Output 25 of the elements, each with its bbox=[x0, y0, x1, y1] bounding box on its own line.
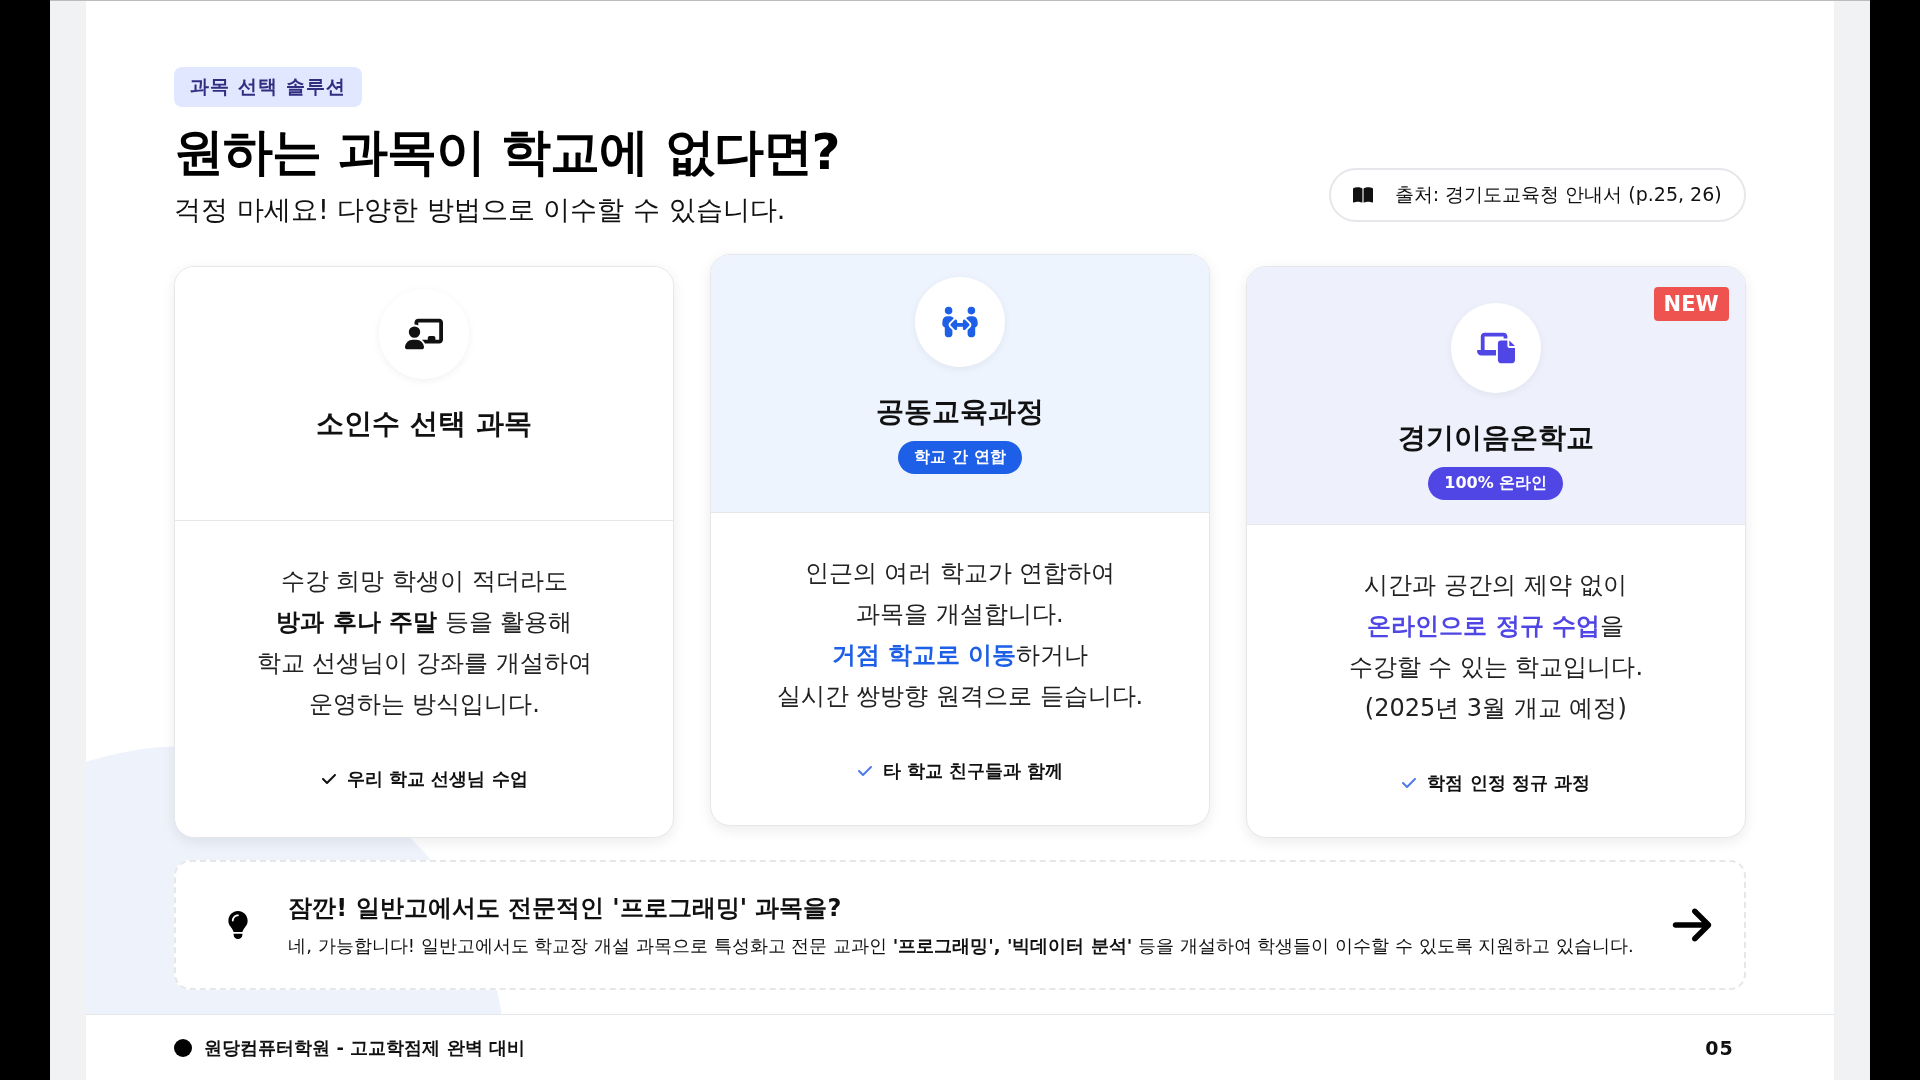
check-text: 타 학교 친구들과 함께 bbox=[882, 759, 1064, 783]
check-icon bbox=[856, 763, 873, 779]
card-badge: 학교 간 연합 bbox=[898, 441, 1022, 474]
card-description: 시간과 공간의 제약 없이 온라인으로 정규 수업을 수강할 수 있는 학교입니다. (2025년 3월 개교 예정) bbox=[1348, 570, 1644, 724]
card-description: 수강 희망 학생이 적더라도 방과 후나 주말 등을 활용해 학교 선생님이 강좌를 개설하여 운영하는 방식입니다. bbox=[256, 566, 592, 720]
check-icon bbox=[1401, 775, 1418, 791]
card-description: 인근의 여러 학교가 연합하여 과목을 개설합니다. 거점 학교로 이동하거나 실시간 쌍방향 원격으로 듣습니다. bbox=[776, 558, 1144, 712]
source-text: 출처: 경기도교육청 안내서 (p.25, 26) bbox=[1394, 182, 1722, 207]
tip-title: 잠깐! 일반고에서도 전문적인 '프로그래밍' 과목을? bbox=[288, 893, 843, 924]
card-title: 공동교육과정 bbox=[876, 394, 1044, 430]
page-number: 05 bbox=[1705, 1036, 1734, 1059]
tip-text: 네, 가능합니다! 일반고에서도 학교장 개설 과목으로 특성화고 전문 교과인 '프로그래밍', '빅데이터 분석' 등을 개설하여 학생들이 이수할 수 있도록 지원하고 있습니다. bbox=[288, 934, 1634, 958]
footer-text: 원당컴퓨터학원 - 고교학점제 완벽 대비 bbox=[204, 1035, 525, 1060]
card-title: 경기이음온학교 bbox=[1397, 420, 1594, 456]
page-title: 원하는 과목이 학교에 없다면? bbox=[174, 122, 840, 183]
check-text: 우리 학교 선생님 수업 bbox=[346, 767, 528, 791]
book-icon bbox=[1352, 185, 1373, 205]
subtitle: 걱정 마세요! 다양한 방법으로 이수할 수 있습니다. bbox=[174, 193, 787, 227]
check-text: 학점 인정 정규 과정 bbox=[1427, 771, 1591, 795]
new-badge: NEW bbox=[1653, 287, 1729, 321]
section-tag: 과목 선택 솔루션 bbox=[174, 67, 362, 107]
card-title: 소인수 선택 과목 bbox=[316, 406, 532, 442]
check-icon bbox=[320, 771, 337, 787]
card-badge: 100% 온라인 bbox=[1428, 467, 1564, 500]
bullet-dot bbox=[174, 1038, 193, 1057]
